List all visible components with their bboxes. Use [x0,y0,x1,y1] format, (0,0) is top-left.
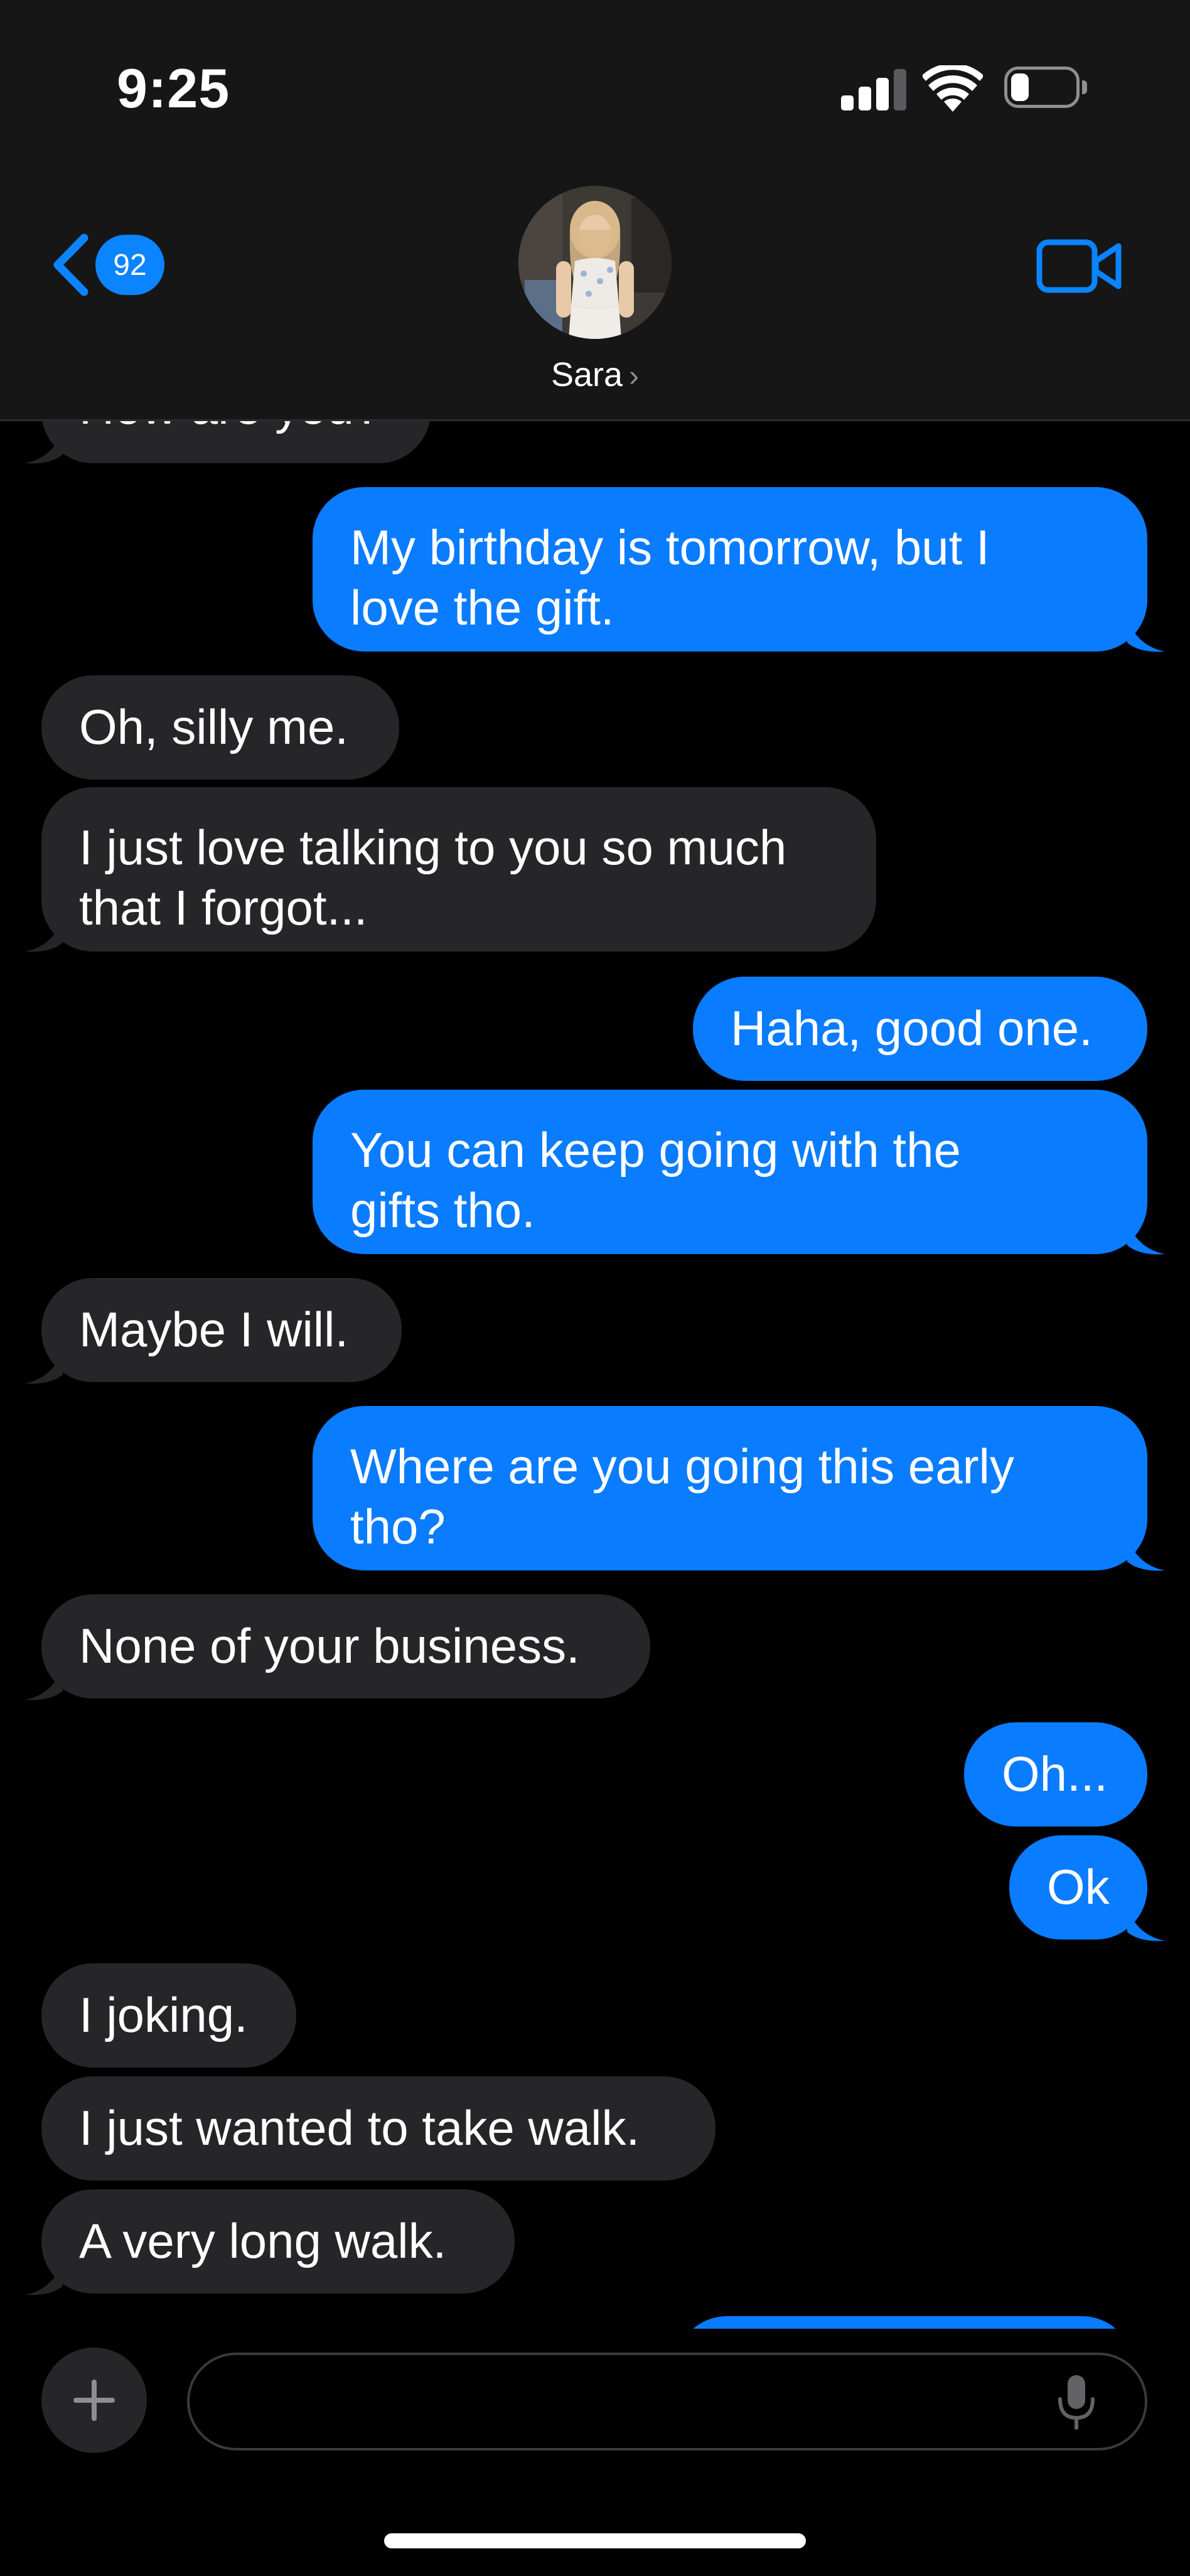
back-button[interactable]: 92 [48,227,173,303]
message-bubble-outgoing[interactable] [675,2316,1134,2329]
signal-icon [841,69,906,110]
message-bubble-incoming[interactable]: Oh, silly me. [41,675,399,780]
bubble-tail [25,429,63,464]
bubble-tail [1127,618,1165,652]
message-bubble-outgoing[interactable]: You can keep going with the gifts tho. [313,1090,1147,1254]
bubble-tail [25,1350,63,1384]
status-time: 9:25 [117,57,230,119]
plus-icon [73,2380,115,2421]
message-bubble-outgoing[interactable]: My birthday is tomorrow, but I love the … [313,487,1147,652]
battery-icon [1004,67,1088,109]
message-bubble-incoming[interactable]: I just love talking to you so much that … [41,787,876,952]
message-bubble-incoming[interactable]: None of your business. [41,1594,650,1699]
wifi-icon [923,65,983,112]
message-bubble-outgoing[interactable]: Ok [1009,1835,1147,1940]
bubble-tail [1127,1220,1165,1255]
video-camera-icon[interactable] [1036,236,1123,296]
bubble-tail [25,1666,63,1700]
bubble-tail [25,2261,63,2295]
contact-name-button[interactable]: Sara › [0,355,1190,394]
home-indicator[interactable] [384,2533,806,2548]
avatar-photo [518,186,672,339]
message-bubble-incoming[interactable]: I joking. [41,1963,296,2068]
back-chevron-icon [53,233,88,296]
contact-avatar[interactable] [518,186,672,339]
add-attachment-button[interactable] [41,2348,147,2453]
message-bubble-outgoing[interactable]: Haha, good one. [693,977,1147,1081]
message-input[interactable] [187,2353,1147,2450]
microphone-icon[interactable] [1054,2374,1098,2430]
message-bubble-incoming[interactable]: Maybe I will. [41,1278,402,1382]
message-bubble-outgoing[interactable]: Where are you going this early tho? [313,1406,1147,1570]
message-bubble-outgoing[interactable]: Oh... [964,1722,1147,1827]
unread-count-badge: 92 [95,235,164,295]
contact-name: Sara [550,356,623,394]
message-bubble-incoming[interactable]: A very long walk. [41,2189,515,2294]
bubble-tail [1127,1907,1165,1941]
chevron-right-icon: › [629,360,640,393]
message-bubble-incoming[interactable]: I just wanted to take walk. [41,2076,716,2181]
bubble-tail [25,918,63,952]
conversation-header: 9:25 92 Sara › [0,0,1190,421]
bubble-tail [1127,1537,1165,1571]
